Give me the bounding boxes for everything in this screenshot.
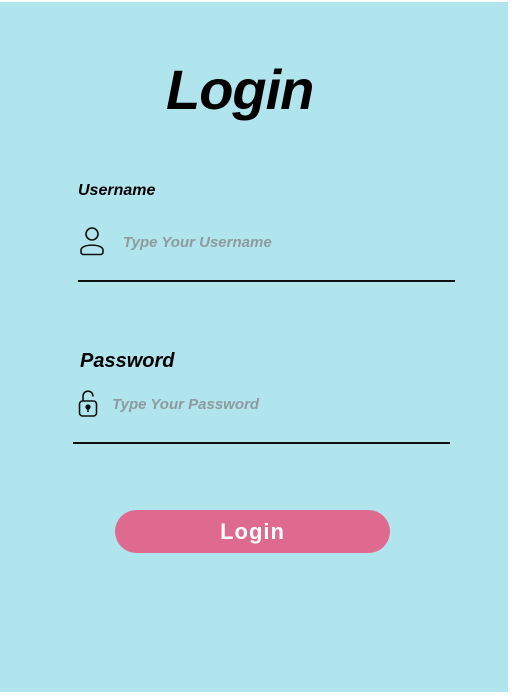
page-title: Login	[166, 58, 314, 121]
user-icon	[80, 227, 104, 256]
password-underline	[73, 442, 450, 444]
password-label: Password	[80, 350, 175, 372]
username-underline	[78, 280, 455, 282]
lock-icon	[78, 390, 98, 417]
login-button[interactable]: Login	[115, 510, 390, 553]
password-input[interactable]	[112, 393, 432, 415]
login-panel: Login Username Password Login	[0, 2, 508, 692]
username-label: Username	[78, 182, 156, 199]
username-input[interactable]	[123, 231, 443, 253]
